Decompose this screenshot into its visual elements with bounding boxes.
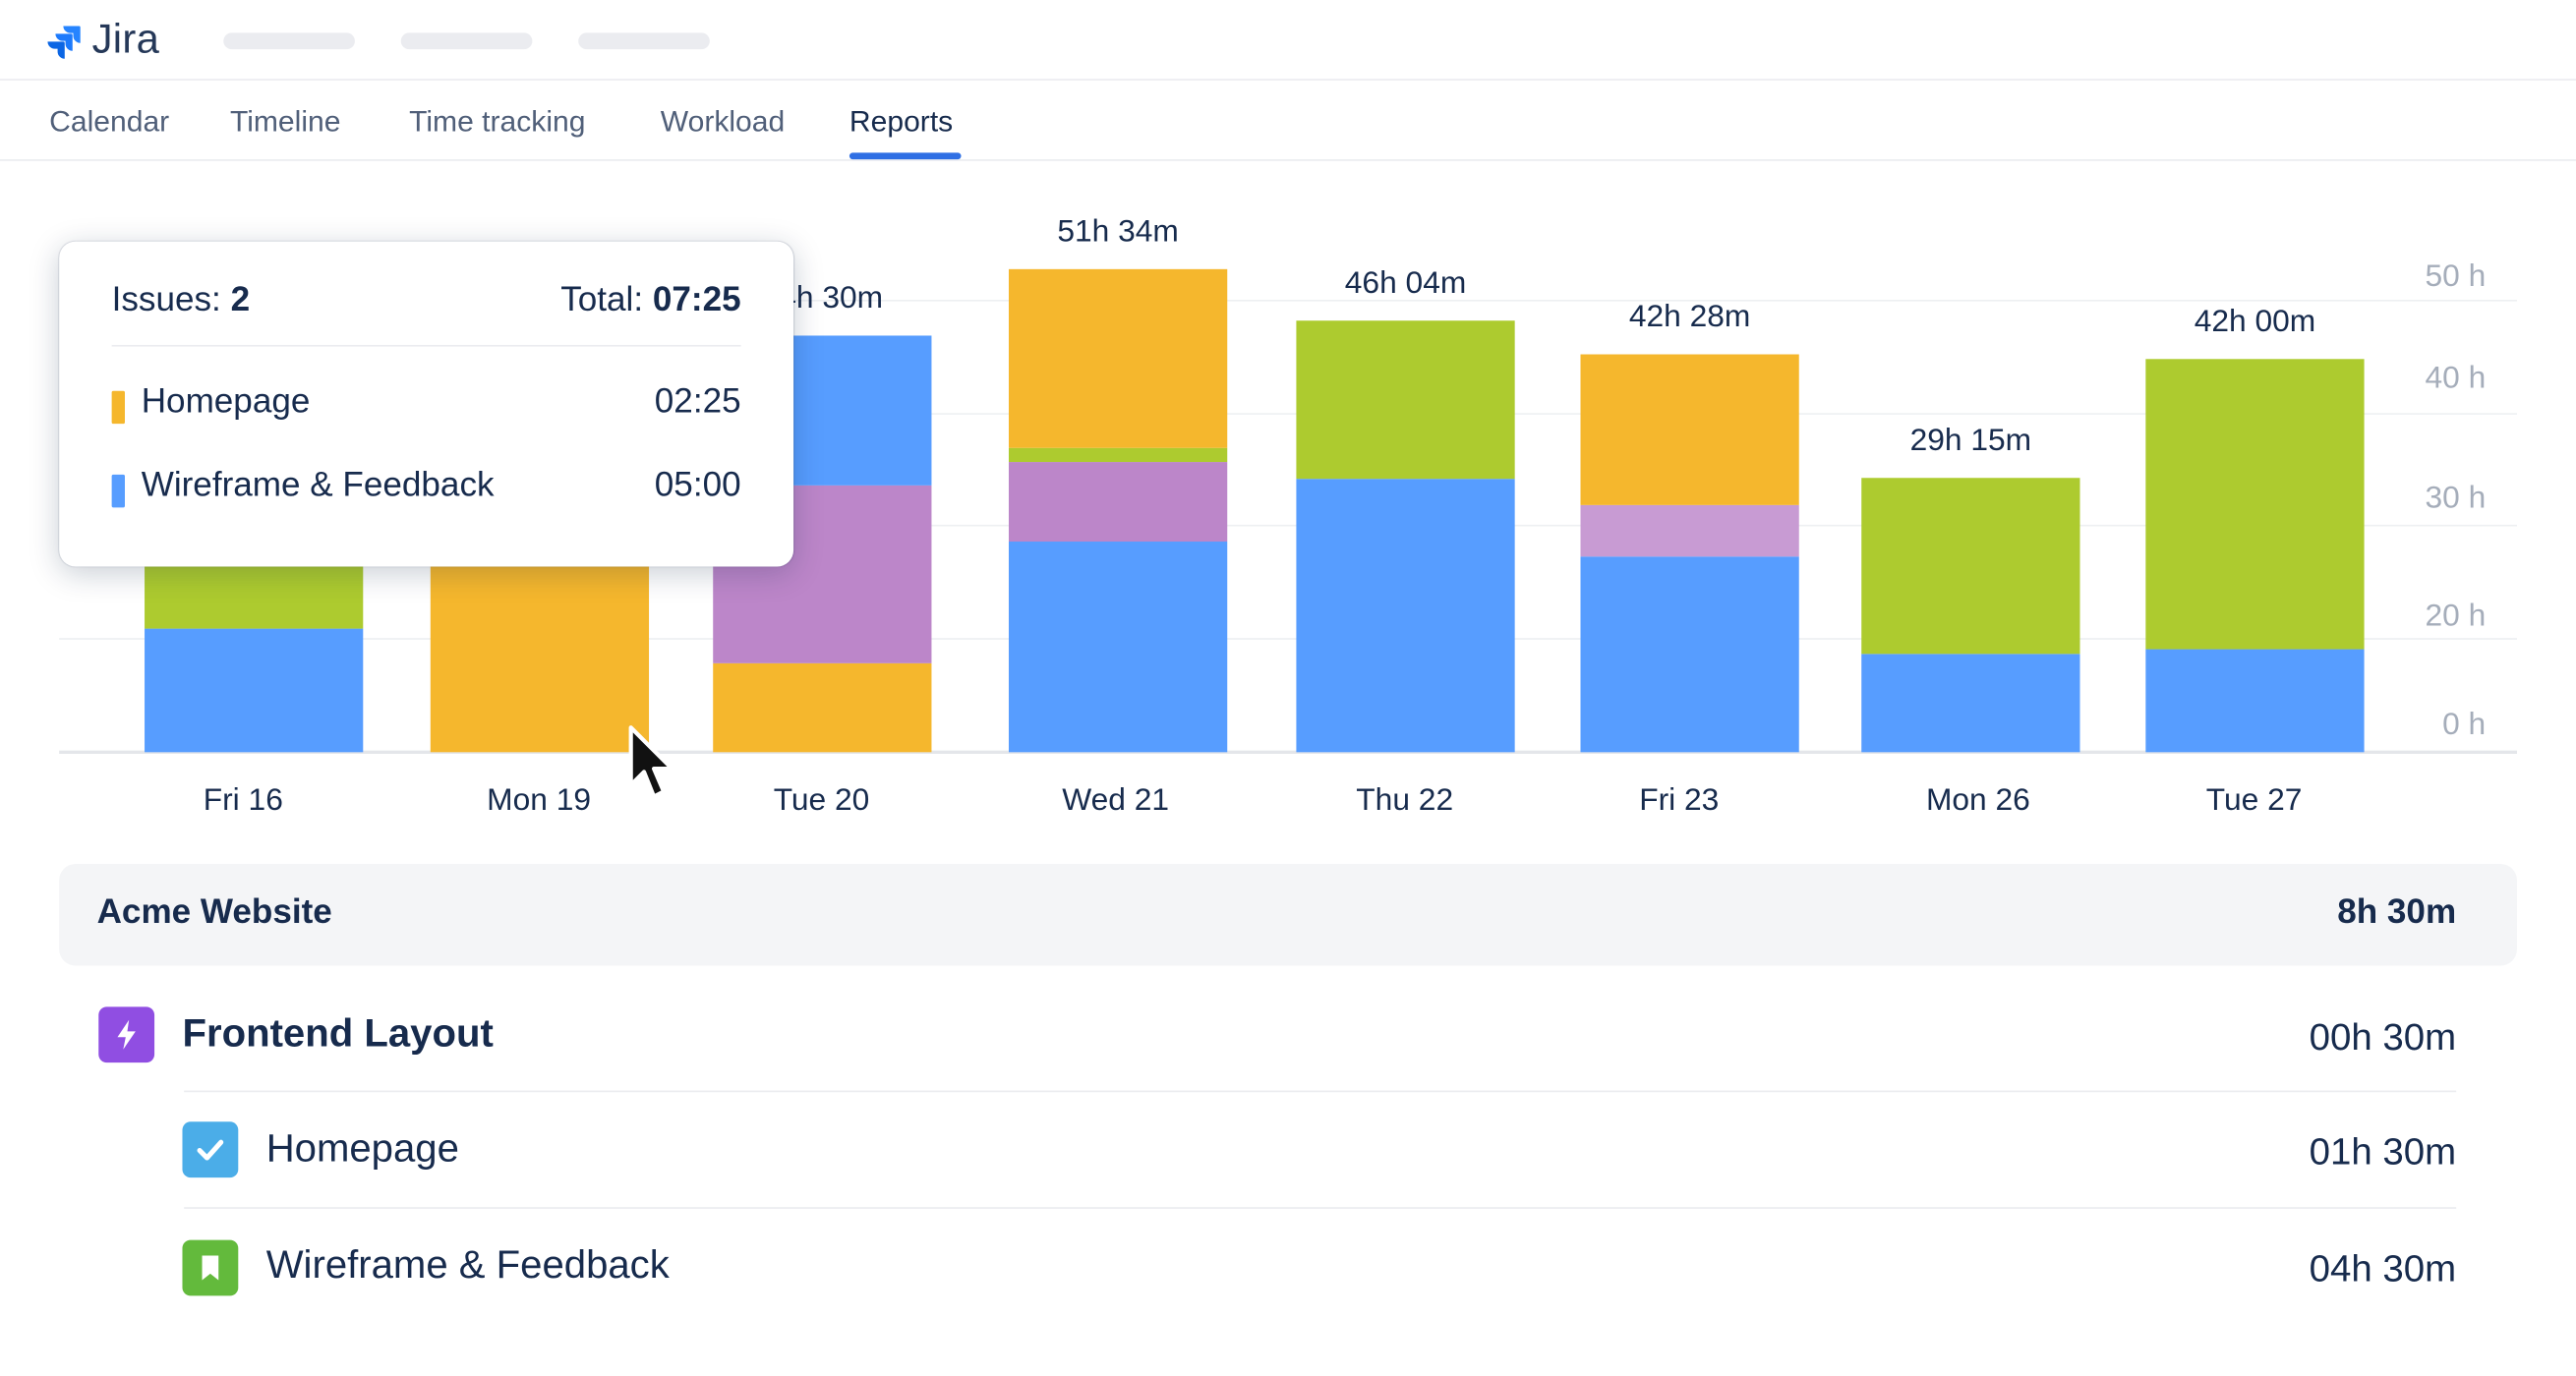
row-divider — [184, 1090, 2457, 1093]
y-tick-label: 0 h — [2442, 706, 2486, 741]
project-total: 8h 30m — [2337, 893, 2457, 932]
bar-segment — [1580, 354, 1799, 505]
lightning-bolt-icon — [117, 1019, 136, 1050]
bar-segment — [145, 562, 364, 629]
nav-placeholder — [578, 32, 710, 50]
x-tick-label: Tue 20 — [774, 781, 870, 817]
tab-reports[interactable]: Reports — [849, 105, 953, 140]
epic-time: 00h 30m — [2309, 1014, 2457, 1059]
story-icon-badge — [182, 1239, 239, 1296]
issue-time: 04h 30m — [2309, 1246, 2457, 1290]
issue-row[interactable]: Wireframe & Feedback 04h 30m — [182, 1239, 2457, 1355]
x-tick-label: Tue 27 — [2206, 781, 2303, 817]
bar-total-label: 42h 00m — [2195, 303, 2316, 338]
x-tick-label: Mon 19 — [487, 781, 591, 817]
tooltip-item: Wireframe & Feedback 05:00 — [111, 466, 741, 516]
tooltip-header: Issues: 2 Total: 07:25 — [111, 280, 741, 347]
issue-name: Homepage — [265, 1126, 459, 1172]
task-icon-badge — [182, 1121, 239, 1178]
bar-segment — [2145, 649, 2365, 753]
app-name: Jira — [91, 16, 160, 63]
tooltip-item: Homepage 02:25 — [111, 382, 741, 431]
bar-segment — [1296, 320, 1515, 480]
x-tick-label: Wed 21 — [1062, 781, 1169, 817]
mouse-pointer-icon — [628, 725, 674, 799]
y-tick-label: 50 h — [2425, 258, 2486, 293]
tooltip-total-value: 07:25 — [652, 280, 741, 319]
jira-logo-icon — [47, 25, 81, 58]
tab-time-tracking[interactable]: Time tracking — [409, 105, 585, 140]
epic-row[interactable]: Frontend Layout 00h 30m — [98, 1005, 2456, 1120]
bar-segment — [2145, 359, 2365, 650]
row-divider — [184, 1207, 2457, 1209]
issue-name: Wireframe & Feedback — [265, 1242, 670, 1289]
y-tick-label: 40 h — [2425, 359, 2486, 394]
bar-segment — [145, 628, 364, 753]
bar-segment — [1861, 654, 2080, 753]
tooltip-item-time: 02:25 — [654, 382, 741, 421]
nav-placeholder — [400, 32, 533, 50]
x-tick-label: Thu 22 — [1356, 781, 1453, 817]
bar-segment — [1580, 504, 1799, 557]
tooltip-issues-label: Issues: — [111, 280, 221, 319]
checkbox-check-icon — [197, 1139, 224, 1161]
bookmark-icon — [202, 1255, 219, 1281]
epic-name: Frontend Layout — [182, 1011, 494, 1057]
epic-icon-badge — [98, 1006, 155, 1063]
x-tick-label: Fri 16 — [204, 781, 283, 817]
tab-calendar[interactable]: Calendar — [49, 105, 169, 140]
tooltip-item-label: Homepage — [141, 382, 311, 421]
nav-placeholder — [223, 32, 355, 50]
bar-segment — [1008, 542, 1228, 753]
tooltip-total-label: Total: — [560, 280, 644, 319]
bar-segment — [1580, 556, 1799, 753]
issue-row[interactable]: Homepage 01h 30m — [182, 1121, 2456, 1236]
chart-tooltip: Issues: 2 Total: 07:25 Homepage 02:25 Wi… — [59, 241, 794, 567]
bar-segment — [1008, 447, 1228, 463]
bar-total-label: 51h 34m — [1057, 212, 1179, 248]
tooltip-issues-count: 2 — [230, 280, 251, 319]
y-tick-label: 30 h — [2425, 479, 2486, 514]
bar-segment — [1861, 478, 2080, 655]
bar-segment — [1008, 268, 1228, 448]
bar-segment — [1296, 479, 1515, 753]
bar-total-label: 46h 04m — [1345, 264, 1467, 300]
top-bar: Jira — [0, 0, 2576, 81]
project-summary-row[interactable]: Acme Website 8h 30m — [59, 863, 2517, 966]
x-tick-label: Fri 23 — [1639, 781, 1719, 817]
x-tick-label: Mon 26 — [1926, 781, 2030, 817]
bar-segment — [430, 564, 650, 753]
tab-bar: Calendar Timeline Time tracking Workload… — [0, 81, 2576, 161]
project-name: Acme Website — [96, 893, 332, 932]
active-tab-indicator — [849, 152, 962, 160]
tooltip-item-label: Wireframe & Feedback — [141, 466, 495, 504]
tooltip-swatch — [111, 474, 125, 508]
bar-segment — [713, 662, 932, 753]
y-tick-label: 20 h — [2425, 598, 2486, 633]
tab-timeline[interactable]: Timeline — [230, 105, 341, 140]
issue-time: 01h 30m — [2309, 1129, 2457, 1174]
tooltip-item-time: 05:00 — [654, 466, 741, 504]
bar-total-label: 42h 28m — [1629, 298, 1750, 333]
bar-segment — [1008, 462, 1228, 543]
tab-workload[interactable]: Workload — [661, 105, 785, 140]
tooltip-swatch — [111, 390, 125, 425]
jira-logo[interactable]: Jira — [46, 17, 159, 64]
bar-total-label: 29h 15m — [1910, 422, 2032, 457]
